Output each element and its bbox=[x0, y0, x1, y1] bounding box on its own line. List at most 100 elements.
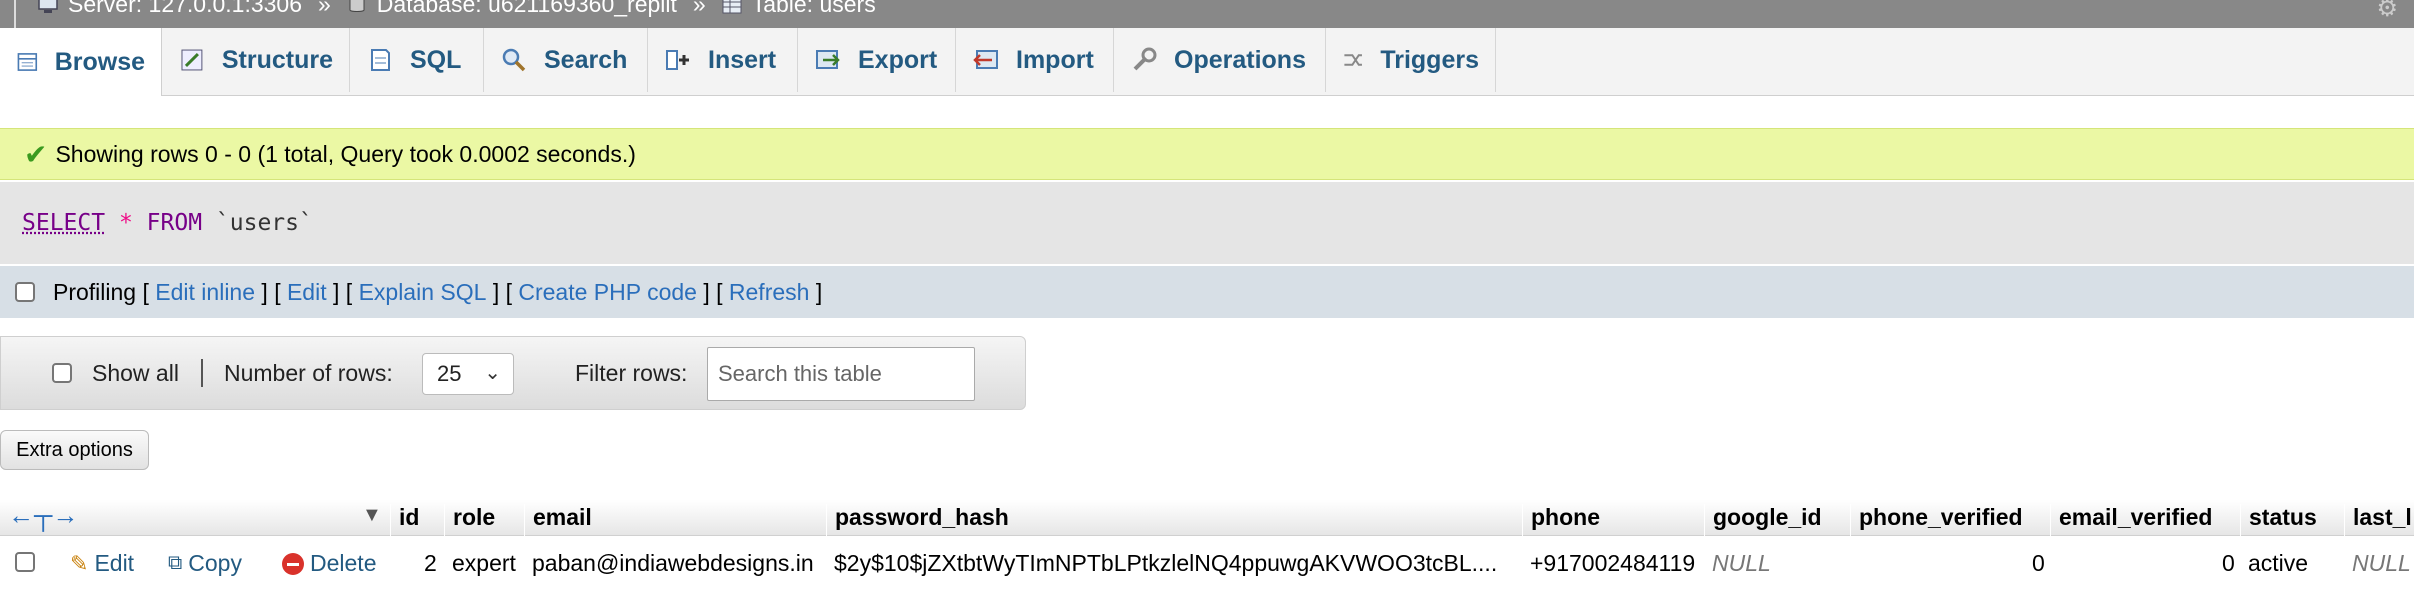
column-header-role[interactable]: role bbox=[444, 504, 495, 536]
tab-search[interactable]: Search bbox=[484, 28, 648, 92]
tab-label: Structure bbox=[221, 45, 333, 74]
cell-email-verified[interactable]: 0 bbox=[2222, 550, 2235, 577]
tab-import[interactable]: Import bbox=[956, 28, 1114, 92]
copy-icon: ⧉ bbox=[168, 552, 183, 574]
gear-icon[interactable]: ⚙ bbox=[2376, 0, 2398, 23]
column-header-phone-verified[interactable]: phone_verified bbox=[1850, 504, 2023, 536]
success-text: Showing rows 0 - 0 (1 total, Query took … bbox=[55, 140, 636, 167]
sql-icon bbox=[371, 49, 390, 71]
tab-sql[interactable]: SQL bbox=[350, 28, 484, 92]
table-row: ✎ Edit ⧉ Copy Delete 2 expert paban@indi… bbox=[0, 538, 2414, 588]
breadcrumb-separator: » bbox=[318, 0, 331, 17]
tab-label: Search bbox=[544, 45, 628, 74]
bracket: [ bbox=[142, 278, 149, 305]
cell-role[interactable]: expert bbox=[452, 550, 516, 577]
server-icon bbox=[38, 0, 58, 13]
number-of-rows-label: Number of rows: bbox=[224, 360, 393, 386]
breadcrumb-table[interactable]: Table: users bbox=[752, 0, 876, 18]
success-message: ✔ Showing rows 0 - 0 (1 total, Query too… bbox=[0, 128, 2414, 180]
sort-dropdown-icon[interactable]: ▼ bbox=[362, 504, 382, 527]
number-of-rows-select[interactable]: 25 ⌄ bbox=[422, 353, 514, 395]
extra-options-label: Extra options bbox=[16, 438, 133, 461]
checkmark-icon: ✔ bbox=[24, 138, 48, 170]
breadcrumb-server[interactable]: Server: 127.0.0.1:3306 bbox=[68, 0, 302, 18]
breadcrumb-database[interactable]: Database: u621169360_replit bbox=[377, 0, 677, 18]
profiling-checkbox[interactable] bbox=[15, 282, 35, 302]
cell-phone[interactable]: +917002484119 bbox=[1530, 550, 1695, 577]
show-all-checkbox[interactable] bbox=[52, 363, 72, 383]
insert-icon bbox=[666, 50, 689, 70]
edit-inline-link[interactable]: Edit inline bbox=[155, 279, 255, 306]
cell-last-l[interactable]: NULL bbox=[2352, 550, 2411, 577]
cell-google-id[interactable]: NULL bbox=[1712, 550, 1771, 577]
database-icon bbox=[349, 0, 365, 12]
table-header: ←┬→ ▼ id role email password_hash phone … bbox=[0, 500, 2414, 536]
tab-bar: Browse Structure SQL Search Insert Expor… bbox=[0, 28, 2414, 96]
tab-insert[interactable]: Insert bbox=[648, 28, 798, 92]
tab-export[interactable]: Export bbox=[798, 28, 956, 92]
import-icon bbox=[973, 50, 998, 69]
chevron-down-icon: ⌄ bbox=[484, 362, 501, 384]
cell-email[interactable]: paban@indiawebdesigns.in bbox=[532, 550, 814, 577]
column-header-google-id[interactable]: google_id bbox=[1704, 504, 1822, 536]
sql-keyword-select[interactable]: SELECT bbox=[22, 210, 105, 236]
export-icon bbox=[816, 50, 840, 69]
browse-icon bbox=[17, 53, 38, 71]
cell-password-hash[interactable]: $2y$10$jZXtbtWyTImNPTbLPtkzlelNQ4ppuwgAK… bbox=[834, 550, 1497, 577]
cell-phone-verified[interactable]: 0 bbox=[2032, 550, 2045, 577]
tab-label: Triggers bbox=[1380, 45, 1479, 74]
tab-label: Insert bbox=[708, 45, 777, 74]
sql-keyword-from: FROM bbox=[146, 210, 203, 236]
filter-rows-input[interactable] bbox=[707, 347, 975, 401]
cell-status[interactable]: active bbox=[2248, 550, 2308, 577]
column-resize-arrows-icon[interactable]: ←┬→ bbox=[8, 500, 78, 531]
tab-browse[interactable]: Browse bbox=[0, 28, 162, 96]
tab-operations[interactable]: Operations bbox=[1114, 28, 1326, 92]
edit-link[interactable]: Edit bbox=[287, 279, 327, 306]
row-checkbox[interactable] bbox=[15, 552, 35, 572]
table-icon bbox=[722, 0, 742, 13]
row-copy-label: Copy bbox=[188, 550, 242, 576]
tab-label: Import bbox=[1016, 45, 1094, 74]
navigation-bar: Show all Number of rows: 25 ⌄ Filter row… bbox=[0, 336, 1026, 410]
column-header-last-l[interactable]: last_l bbox=[2344, 504, 2412, 536]
sql-query-box: SELECT * FROM `users` bbox=[0, 182, 2414, 264]
structure-icon bbox=[181, 49, 203, 71]
breadcrumb-separator: » bbox=[692, 0, 706, 17]
tab-triggers[interactable]: Triggers bbox=[1326, 28, 1496, 92]
refresh-link[interactable]: Refresh bbox=[729, 279, 810, 306]
bracket: [ bbox=[505, 278, 512, 305]
bracket: ] bbox=[492, 278, 500, 305]
breadcrumb: Server: 127.0.0.1:3306 » Database: u6211… bbox=[0, 0, 2414, 28]
extra-options-button[interactable]: Extra options bbox=[0, 430, 149, 470]
create-php-code-link[interactable]: Create PHP code bbox=[518, 279, 697, 306]
tab-structure[interactable]: Structure bbox=[162, 28, 350, 92]
cell-id[interactable]: 2 bbox=[424, 550, 437, 577]
bracket: ] bbox=[815, 278, 823, 305]
column-header-password-hash[interactable]: password_hash bbox=[826, 504, 1009, 536]
row-delete-button[interactable]: Delete bbox=[282, 550, 376, 577]
column-header-phone[interactable]: phone bbox=[1522, 504, 1600, 536]
column-header-status[interactable]: status bbox=[2240, 504, 2317, 536]
bracket: [ bbox=[716, 278, 723, 305]
bracket: [ bbox=[345, 278, 353, 305]
delete-icon bbox=[282, 552, 304, 575]
bracket: ] bbox=[333, 278, 340, 305]
column-header-email[interactable]: email bbox=[524, 504, 592, 536]
show-all-label[interactable]: Show all bbox=[92, 360, 179, 387]
column-header-id[interactable]: id bbox=[390, 504, 419, 536]
column-header-email-verified[interactable]: email_verified bbox=[2050, 504, 2212, 536]
tab-label: Export bbox=[858, 45, 938, 74]
pencil-icon: ✎ bbox=[70, 550, 89, 576]
bracket: [ bbox=[274, 278, 281, 305]
left-edge-handle bbox=[0, 0, 16, 28]
number-of-rows-value: 25 bbox=[437, 361, 462, 386]
row-edit-label: Edit bbox=[94, 550, 135, 576]
bracket: ] bbox=[261, 278, 268, 305]
tab-label: Operations bbox=[1174, 45, 1306, 74]
row-edit-button[interactable]: ✎ Edit bbox=[70, 550, 134, 577]
explain-sql-link[interactable]: Explain SQL bbox=[359, 279, 487, 306]
profiling-bar: Profiling [ Edit inline ] [ Edit ] [ Exp… bbox=[0, 266, 2414, 318]
row-copy-button[interactable]: ⧉ Copy bbox=[168, 550, 242, 577]
triggers-icon bbox=[1344, 54, 1362, 66]
